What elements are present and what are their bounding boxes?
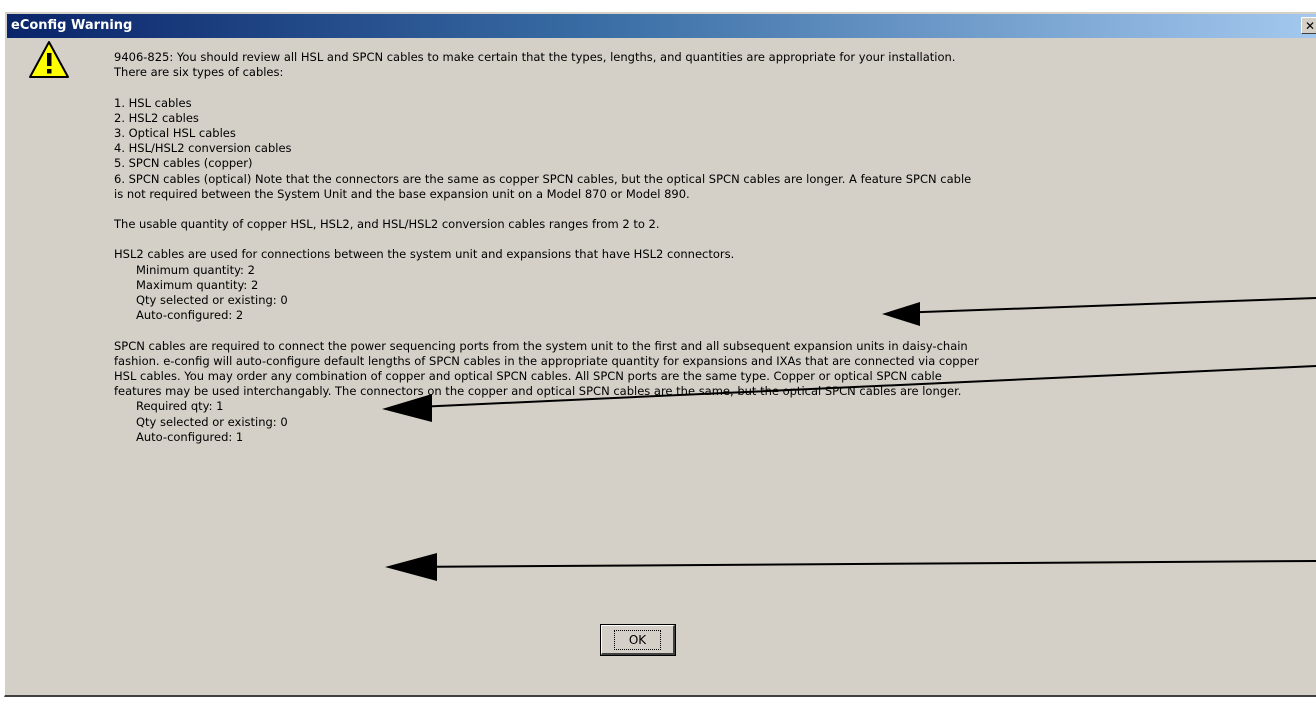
- list-item-continued: is not required between the System Unit …: [114, 186, 690, 201]
- list-item: 4. HSL/HSL2 conversion cables: [114, 141, 292, 156]
- spcn-selected-qty: Qty selected or existing: 0: [136, 414, 288, 429]
- hsl2-max-qty: Maximum quantity: 2: [136, 277, 259, 292]
- spcn-auto-configured: Auto-configured: 1: [136, 429, 244, 444]
- hsl2-intro: HSL2 cables are used for connections bet…: [114, 247, 735, 262]
- hsl2-selected-qty: Qty selected or existing: 0: [136, 293, 288, 307]
- close-button[interactable]: ✕: [1301, 17, 1316, 34]
- list-item: 5. SPCN cables (copper): [114, 156, 253, 171]
- list-item: 1. HSL cables: [114, 95, 192, 110]
- spcn-paragraph-line: features may be used interchangably. The…: [114, 384, 962, 399]
- hsl2-min-qty: Minimum quantity: 2: [136, 262, 255, 277]
- title-bar[interactable]: eConfig Warning ✕: [7, 14, 1316, 38]
- list-item: 2. HSL2 cables: [114, 110, 199, 125]
- spcn-paragraph-line: fashion. e-config will auto-configure de…: [114, 353, 979, 368]
- spcn-required-qty: Required qty: 1: [136, 399, 224, 414]
- list-item: 6. SPCN cables (optical) Note that the c…: [114, 171, 972, 186]
- hsl2-auto-configured: Auto-configured: 2: [136, 308, 244, 323]
- spcn-paragraph-line: SPCN cables are required to connect the …: [114, 338, 968, 353]
- list-item: 3. Optical HSL cables: [114, 125, 236, 140]
- message-body: 9406-825: You should review all HSL and …: [114, 50, 1316, 445]
- message-intro: 9406-825: You should review all HSL and …: [114, 50, 956, 64]
- warning-icon: [29, 41, 69, 78]
- ok-button[interactable]: OK: [600, 624, 676, 656]
- usable-quantity-text: The usable quantity of copper HSL, HSL2,…: [114, 217, 660, 232]
- dialog-title: eConfig Warning: [11, 18, 133, 33]
- ok-button-label: OK: [613, 630, 662, 650]
- spcn-paragraph-line: HSL cables. You may order any combinatio…: [114, 368, 942, 383]
- message-intro-2: There are six types of cables:: [114, 65, 284, 80]
